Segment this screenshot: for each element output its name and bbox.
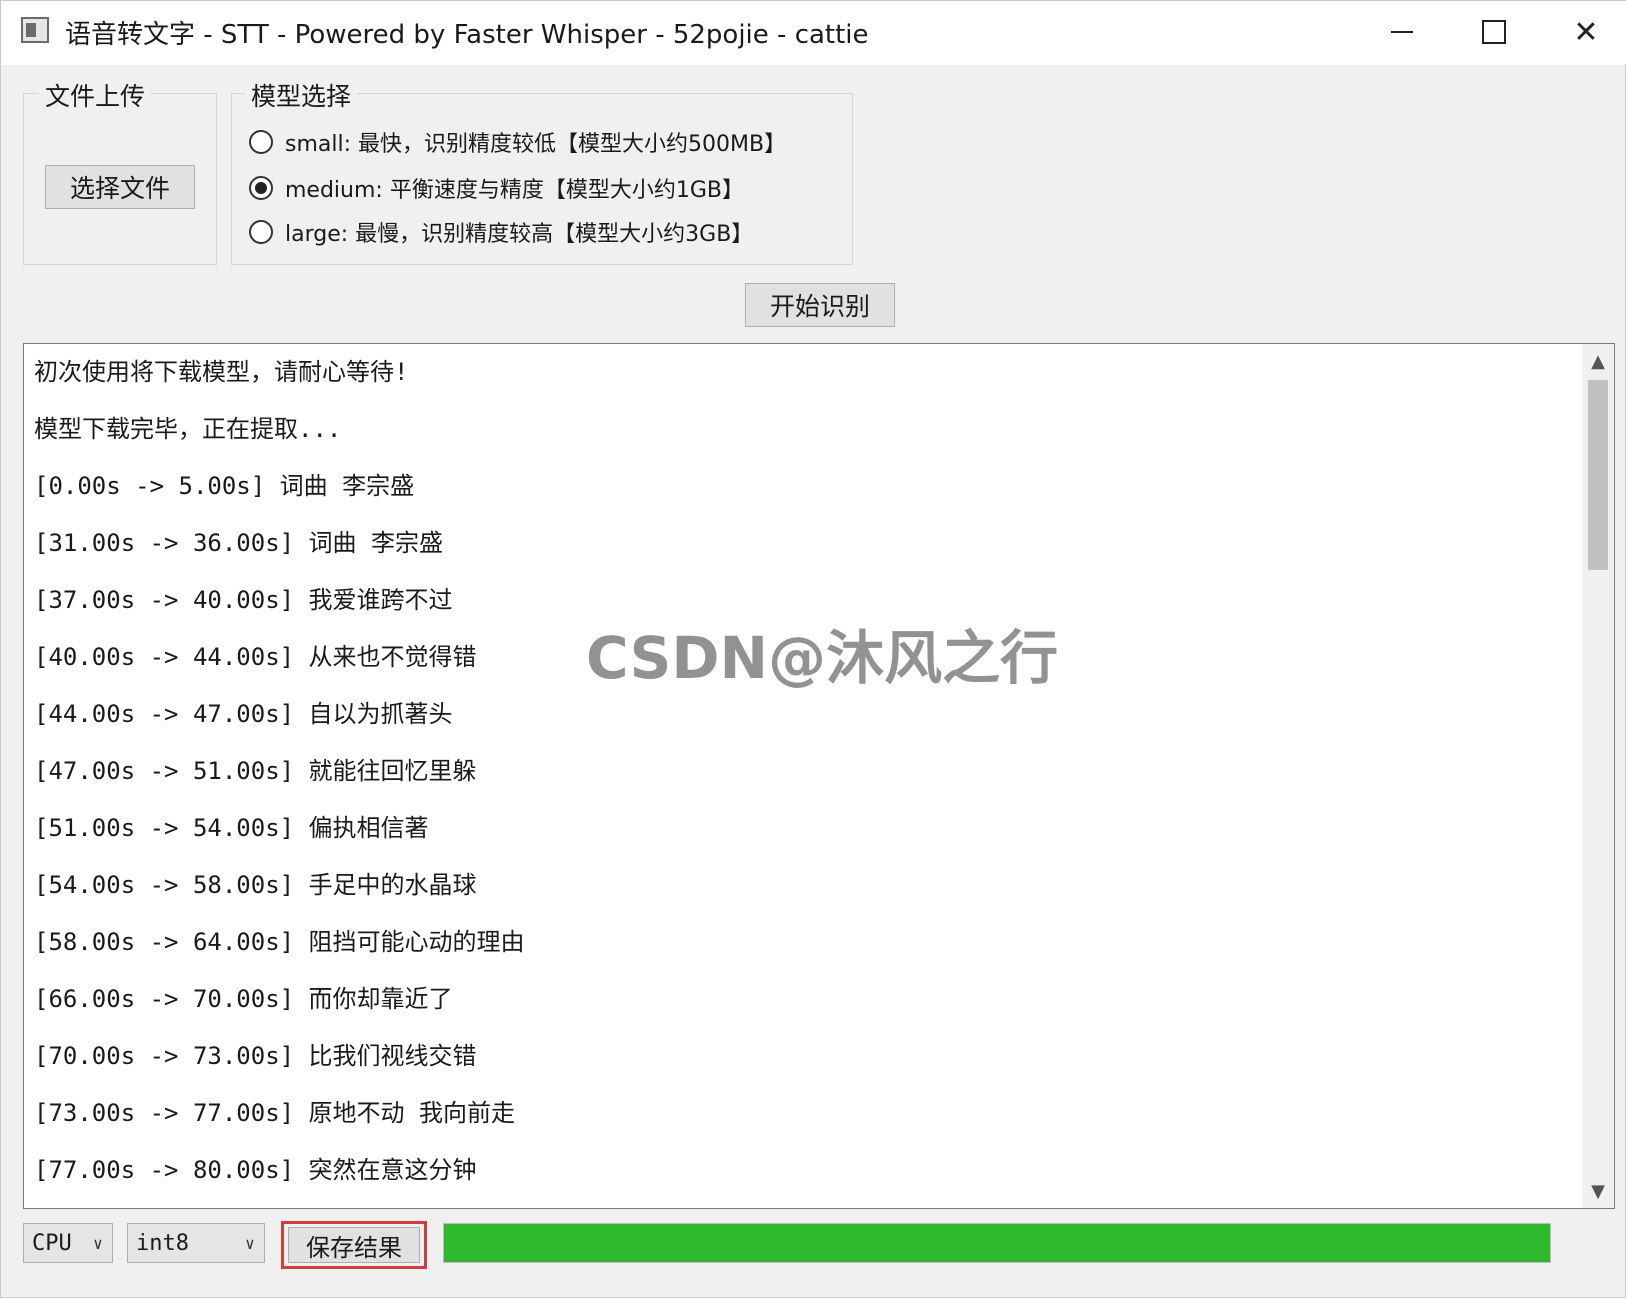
chevron-down-icon: ∨: [93, 1233, 103, 1253]
close-button[interactable]: ✕: [1541, 1, 1626, 63]
scrollbar-thumb[interactable]: [1588, 380, 1608, 570]
transcription-output[interactable]: 初次使用将下载模型，请耐心等待! 模型下载完毕，正在提取... [0.00s -> …: [23, 343, 1615, 1209]
choose-file-button[interactable]: 选择文件: [45, 165, 195, 209]
output-line: [51.00s -> 54.00s] 偏执相信著: [34, 814, 429, 842]
model-option-label: large: 最慢，识别精度较高【模型大小约3GB】: [285, 222, 754, 247]
save-result-button[interactable]: 保存结果: [288, 1227, 420, 1263]
output-line: [58.00s -> 64.00s] 阻挡可能心动的理由: [34, 928, 525, 956]
minimize-icon: [1391, 31, 1413, 33]
output-line: [73.00s -> 77.00s] 原地不动 我向前走: [34, 1099, 515, 1127]
model-option-small[interactable]: small: 最快，识别精度较低【模型大小约500MB】: [249, 125, 786, 159]
scroll-down-icon[interactable]: ▼: [1582, 1174, 1614, 1208]
output-line: [0.00s -> 5.00s] 词曲 李宗盛: [34, 472, 415, 500]
close-icon: ✕: [1573, 14, 1599, 50]
progress-bar: [443, 1223, 1551, 1263]
maximize-icon: [1482, 20, 1506, 44]
watermark: CSDN@沐风之行: [586, 624, 1059, 692]
output-line: [44.00s -> 47.00s] 自以为抓著头: [34, 700, 453, 728]
save-button-highlight: 保存结果: [281, 1221, 427, 1269]
device-select-value: CPU: [32, 1230, 72, 1256]
radio-medium[interactable]: [249, 176, 273, 200]
scroll-up-icon[interactable]: ▲: [1582, 344, 1614, 378]
radio-large[interactable]: [249, 220, 273, 244]
model-option-medium[interactable]: medium: 平衡速度与精度【模型大小约1GB】: [249, 171, 744, 205]
app-icon: [21, 17, 49, 43]
output-line: [54.00s -> 58.00s] 手足中的水晶球: [34, 871, 477, 899]
output-line: 模型下载完毕，正在提取...: [34, 415, 342, 443]
start-recognition-button[interactable]: 开始识别: [745, 283, 895, 327]
window-title: 语音转文字 - STT - Powered by Faster Whisper …: [65, 20, 869, 50]
maximize-button[interactable]: [1449, 1, 1539, 63]
output-line: [77.00s -> 80.00s] 突然在意这分钟: [34, 1156, 477, 1184]
output-line: [66.00s -> 70.00s] 而你却靠近了: [34, 985, 453, 1013]
progress-bar-fill: [444, 1224, 1550, 1262]
minimize-button[interactable]: [1357, 1, 1447, 63]
title-bar[interactable]: 语音转文字 - STT - Powered by Faster Whisper …: [1, 1, 1626, 65]
compute-type-select-value: int8: [136, 1230, 189, 1256]
vertical-scrollbar[interactable]: ▲ ▼: [1582, 344, 1614, 1208]
app-window: 语音转文字 - STT - Powered by Faster Whisper …: [0, 0, 1626, 1298]
output-line: [31.00s -> 36.00s] 词曲 李宗盛: [34, 529, 443, 557]
model-option-label: medium: 平衡速度与精度【模型大小约1GB】: [285, 178, 744, 203]
radio-small[interactable]: [249, 130, 273, 154]
model-option-large[interactable]: large: 最慢，识别精度较高【模型大小约3GB】: [249, 215, 753, 249]
output-line: 初次使用将下载模型，请耐心等待!: [34, 358, 409, 386]
model-option-label: small: 最快，识别精度较低【模型大小约500MB】: [285, 132, 787, 157]
chevron-down-icon: ∨: [245, 1233, 255, 1253]
compute-type-select[interactable]: int8 ∨: [127, 1223, 265, 1263]
model-select-group-title: 模型选择: [245, 77, 358, 113]
file-upload-group-title: 文件上传: [39, 77, 152, 113]
device-select[interactable]: CPU ∨: [23, 1223, 113, 1263]
output-lines: 初次使用将下载模型，请耐心等待! 模型下载完毕，正在提取... [0.00s -> …: [34, 350, 1574, 1205]
output-line: [70.00s -> 73.00s] 比我们视线交错: [34, 1042, 477, 1070]
output-line: [47.00s -> 51.00s] 就能往回忆里躲: [34, 757, 477, 785]
